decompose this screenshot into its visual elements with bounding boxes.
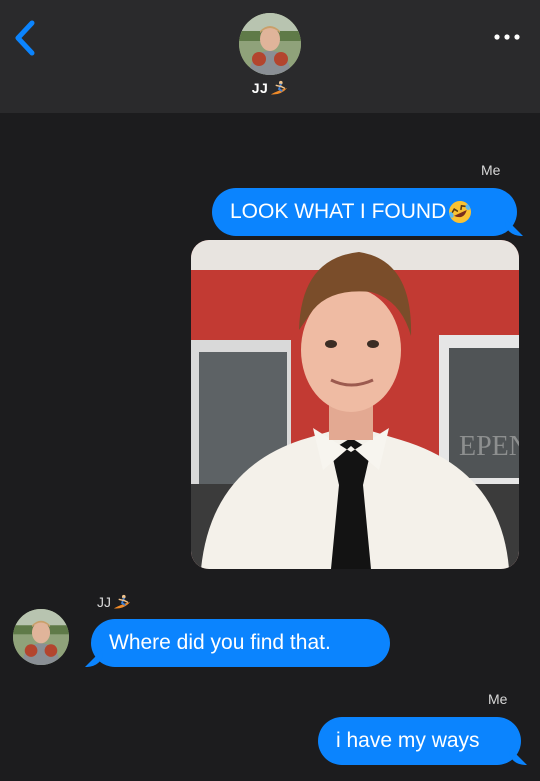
shared-photo[interactable]: EPEN xyxy=(191,240,519,569)
contact-name-text: JJ xyxy=(251,80,269,96)
ellipsis-icon xyxy=(494,34,520,40)
message-text: i have my ways xyxy=(336,729,480,752)
sender-label-text: JJ xyxy=(97,594,111,610)
sender-label-me: Me xyxy=(488,691,508,707)
message-text: LOOK WHAT I FOUND xyxy=(230,200,447,223)
surfer-emoji-icon xyxy=(271,81,288,95)
surfer-emoji-icon xyxy=(113,595,131,609)
conversation-header: JJ xyxy=(0,0,540,113)
message-bubble-outgoing[interactable]: i have my ways xyxy=(318,717,521,765)
imessage-conversation: JJ Me LOOK WHAT I FOUND EPEN JJ Where di… xyxy=(0,0,540,781)
more-options-button[interactable] xyxy=(492,30,522,44)
svg-text:EPEN: EPEN xyxy=(459,431,519,462)
avatar-photo xyxy=(13,609,69,665)
selfie-photo: EPEN xyxy=(191,240,519,569)
back-button[interactable] xyxy=(10,18,40,58)
rolling-on-floor-laughing-emoji-icon xyxy=(449,201,472,223)
contact-name[interactable]: JJ xyxy=(0,80,540,98)
sender-avatar[interactable] xyxy=(13,609,69,665)
avatar-photo xyxy=(239,13,301,75)
message-bubble-outgoing[interactable]: LOOK WHAT I FOUND xyxy=(212,188,517,236)
sender-label-me: Me xyxy=(481,162,501,178)
sender-label-jj: JJ xyxy=(97,594,131,612)
contact-avatar[interactable] xyxy=(239,13,301,75)
message-bubble-incoming[interactable]: Where did you find that. xyxy=(91,619,390,667)
message-text: Where did you find that. xyxy=(109,631,331,654)
chevron-left-icon xyxy=(15,20,35,56)
